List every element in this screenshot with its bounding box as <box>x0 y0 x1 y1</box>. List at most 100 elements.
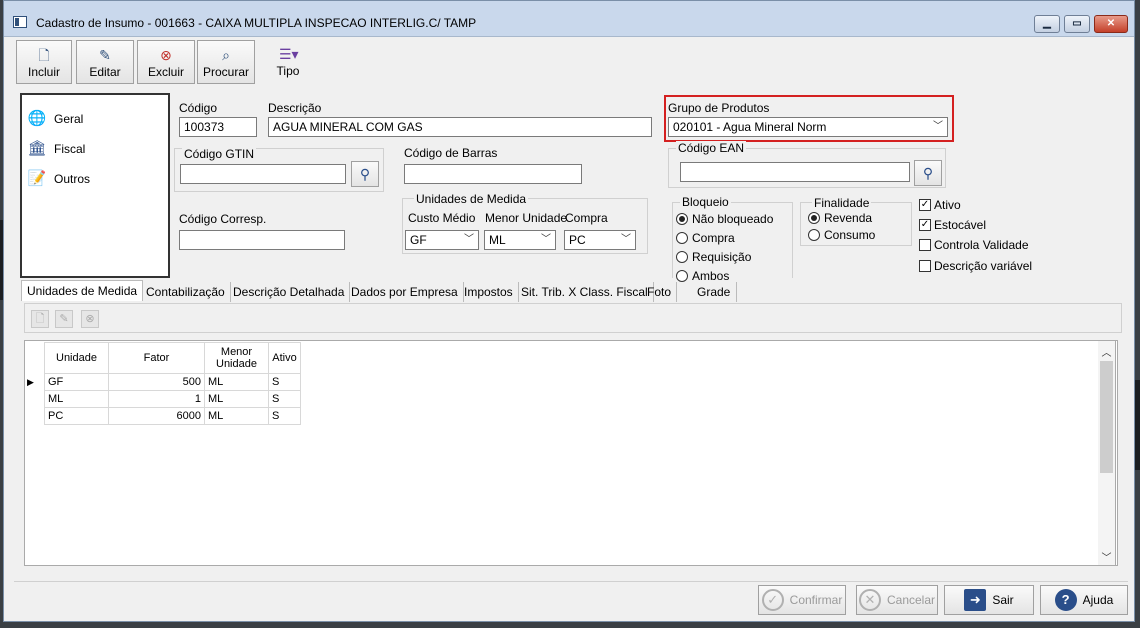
excluir-button[interactable]: ⊗ Excluir <box>137 40 195 84</box>
codigo-corresp-field[interactable] <box>179 230 345 250</box>
column-header-unidade[interactable]: Unidade <box>44 342 109 374</box>
tab-impostos[interactable]: Impostos <box>459 282 519 302</box>
procurar-button[interactable]: ⌕ Procurar <box>197 40 255 84</box>
confirmar-label: Confirmar <box>789 593 843 607</box>
cell-ativo[interactable]: S <box>268 390 301 408</box>
incluir-button[interactable]: 🗋 Incluir <box>16 40 72 84</box>
tab-descricao-detalhada[interactable]: Descrição Detalhada <box>228 282 351 302</box>
table-row[interactable]: PC 6000 ML S <box>44 407 301 425</box>
minimize-button[interactable]: ▁ <box>1034 15 1060 33</box>
title-bar[interactable]: Cadastro de Insumo - 001663 - CAIXA MULT… <box>4 1 1134 37</box>
edit-document-icon: ✎ <box>59 313 69 325</box>
tab-sit-trib[interactable]: Sit. Trib. X Class. Fiscal <box>516 282 654 302</box>
nav-item-fiscal[interactable]: 🏛 Fiscal <box>26 137 85 161</box>
cell-fator[interactable]: 500 <box>108 373 205 391</box>
bloqueio-ambos-radio[interactable]: Ambos <box>676 269 729 283</box>
tab-unidades-medida[interactable]: Unidades de Medida <box>21 280 144 301</box>
column-header-ativo[interactable]: Ativo <box>268 342 301 374</box>
confirmar-button[interactable]: ✓ Confirmar <box>758 585 846 615</box>
nav-item-geral[interactable]: 🌐 Geral <box>26 107 84 131</box>
grupo-produtos-label: Grupo de Produtos <box>668 101 770 115</box>
column-header-fator[interactable]: Fator <box>108 342 205 374</box>
unidades-medida-label: Unidades de Medida <box>414 192 529 206</box>
editar-button[interactable]: ✎ Editar <box>76 40 134 84</box>
descricao-field[interactable]: AGUA MINERAL COM GAS <box>268 117 652 137</box>
menor-unidade-label: Menor Unidade <box>485 211 568 225</box>
ativo-checkbox[interactable]: ✓ Ativo <box>919 198 961 212</box>
bloqueio-requisicao-radio[interactable]: Requisição <box>676 250 751 264</box>
checkbox-label: Descrição variável <box>934 259 1033 273</box>
compra-value: PC <box>569 233 586 247</box>
table-row[interactable]: ML 1 ML S <box>44 390 301 408</box>
cancelar-label: Cancelar <box>886 593 936 607</box>
chevron-down-icon: ﹀ <box>933 121 943 132</box>
toolbar: 🗋 Incluir ✎ Editar ⊗ Excluir ⌕ Procurar … <box>4 38 1134 88</box>
cell-unidade[interactable]: ML <box>44 390 109 408</box>
menor-unidade-select[interactable]: ML ﹀ <box>484 230 556 250</box>
bloqueio-nao-bloqueado-radio[interactable]: Não bloqueado <box>676 212 773 226</box>
radio-dot <box>676 213 688 225</box>
estocavel-checkbox[interactable]: ✓ Estocável <box>919 218 986 232</box>
scroll-down-icon[interactable]: ﹀ <box>1098 549 1115 564</box>
table-row[interactable]: GF 500 ML S <box>44 373 301 391</box>
custo-medio-label: Custo Médio <box>408 211 476 225</box>
new-document-icon: 🗋 <box>38 47 50 63</box>
radio-label: Revenda <box>824 211 873 225</box>
ean-field[interactable] <box>680 162 910 182</box>
cell-menor-unidade[interactable]: ML <box>204 373 269 391</box>
nav-item-outros[interactable]: 📝 Outros <box>26 167 90 191</box>
gtin-field[interactable] <box>180 164 346 184</box>
ajuda-button[interactable]: ? Ajuda <box>1040 585 1128 615</box>
cell-unidade[interactable]: GF <box>44 373 109 391</box>
action-bar: ✓ Confirmar ✕ Cancelar ➜ Sair ? Ajuda <box>14 581 1128 617</box>
column-header-menor-unidade[interactable]: Menor Unidade <box>204 342 269 374</box>
checkmark-icon: ✓ <box>919 199 931 211</box>
scroll-up-icon[interactable]: ︿ <box>1098 344 1115 359</box>
codigo-barras-field[interactable] <box>404 164 582 184</box>
cell-fator[interactable]: 6000 <box>108 407 205 425</box>
grid-delete-button[interactable]: ⊗ <box>81 310 99 328</box>
tipo-dropdown-button[interactable]: ☰▾ Tipo <box>264 40 312 84</box>
scrollbar-thumb[interactable] <box>1100 361 1113 473</box>
custo-medio-value: GF <box>410 233 427 247</box>
cell-fator[interactable]: 1 <box>108 390 205 408</box>
cell-menor-unidade[interactable]: ML <box>204 407 269 425</box>
delete-document-icon: ⊗ <box>160 47 172 63</box>
close-icon: ✕ <box>1106 18 1116 29</box>
cell-unidade[interactable]: PC <box>44 407 109 425</box>
cell-ativo[interactable]: S <box>268 373 301 391</box>
finalidade-consumo-radio[interactable]: Consumo <box>808 228 875 242</box>
tab-contabilizacao[interactable]: Contabilização <box>141 282 231 302</box>
ean-search-button[interactable]: ⚲ <box>914 160 942 186</box>
side-navigation: 🌐 Geral 🏛 Fiscal 📝 Outros <box>20 93 170 278</box>
grid-add-button[interactable]: 🗋 <box>31 310 49 328</box>
vertical-scrollbar[interactable]: ︿ ﹀ <box>1098 340 1116 566</box>
controla-validade-checkbox[interactable]: Controla Validade <box>919 238 1029 252</box>
form-section: 🌐 Geral 🏛 Fiscal 📝 Outros Código 100373 … <box>4 90 1134 283</box>
bloqueio-compra-radio[interactable]: Compra <box>676 231 735 245</box>
descricao-label: Descrição <box>268 101 322 115</box>
finalidade-revenda-radio[interactable]: Revenda <box>808 211 872 225</box>
nav-item-label: Geral <box>54 112 84 126</box>
codigo-field[interactable]: 100373 <box>179 117 257 137</box>
cancelar-button[interactable]: ✕ Cancelar <box>856 585 938 615</box>
radio-dot <box>808 229 820 241</box>
tab-grade[interactable]: Grade <box>692 282 737 302</box>
grupo-produtos-select[interactable]: 020101 - Agua Mineral Norm ﹀ <box>668 117 948 137</box>
bank-icon: 🏛 <box>27 140 47 157</box>
grid-toolbar: 🗋 ✎ ⊗ <box>24 303 1122 333</box>
units-table: Unidade Fator Menor Unidade Ativo GF 500… <box>44 342 301 425</box>
editar-label: Editar <box>89 65 121 79</box>
grid-edit-button[interactable]: ✎ <box>55 310 73 328</box>
custo-medio-select[interactable]: GF ﹀ <box>405 230 479 250</box>
maximize-button[interactable]: ▭ <box>1064 15 1090 33</box>
cell-ativo[interactable]: S <box>268 407 301 425</box>
cell-menor-unidade[interactable]: ML <box>204 390 269 408</box>
gtin-search-button[interactable]: ⚲ <box>351 161 379 187</box>
close-window-button[interactable]: ✕ <box>1094 15 1128 33</box>
descricao-variavel-checkbox[interactable]: Descrição variável <box>919 259 1032 273</box>
tab-foto[interactable]: Foto <box>642 282 678 302</box>
sair-button[interactable]: ➜ Sair <box>944 585 1034 615</box>
tab-dados-empresa[interactable]: Dados por Empresa <box>346 282 464 302</box>
compra-select[interactable]: PC ﹀ <box>564 230 636 250</box>
